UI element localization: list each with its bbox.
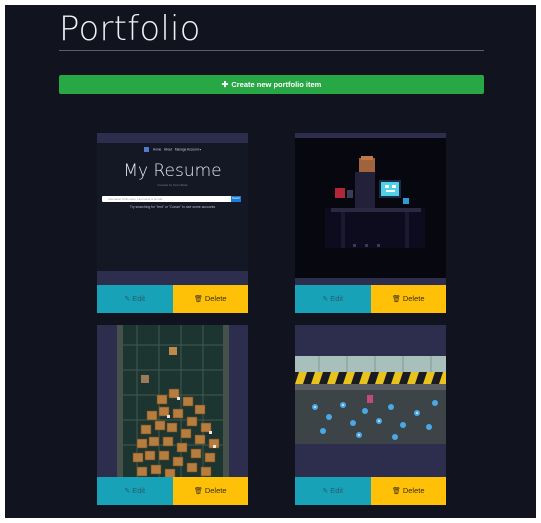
resume-nav-account: Manage Account ▾ [174, 147, 202, 152]
portfolio-thumbnail[interactable] [97, 325, 248, 477]
resume-search-input: Username, First name, Last name or E-mai… [102, 196, 234, 202]
resume-search-button: Search [231, 196, 241, 202]
box-stacking-game-image [97, 325, 248, 477]
portfolio-thumbnail[interactable]: Home About Manage Account ▾ My Resume Cr… [97, 133, 248, 285]
edit-button[interactable]: ✎ Edit [97, 477, 173, 505]
page-title: Portfolio [59, 9, 201, 49]
resume-logo-icon [143, 147, 149, 152]
delete-button[interactable]: 🗑 Delete [172, 477, 248, 505]
resume-hint: Try searching for "test" or "Conan" to s… [129, 205, 216, 209]
trash-icon: 🗑 [391, 296, 401, 303]
arena-game-image [295, 325, 446, 477]
delete-label: Delete [204, 486, 227, 495]
resume-nav-about: About [163, 147, 173, 152]
delete-label: Delete [204, 294, 227, 303]
page-frame: Portfolio ✚ Create new portfolio item Hom… [5, 5, 536, 518]
delete-label: Delete [402, 294, 425, 303]
edit-label: Edit [330, 486, 344, 495]
edit-label: Edit [132, 486, 146, 495]
delete-label: Delete [402, 486, 425, 495]
edit-icon: ✎ [322, 296, 329, 303]
edit-button[interactable]: ✎ Edit [295, 285, 371, 313]
create-button-label: Create new portfolio item [231, 80, 322, 89]
edit-icon: ✎ [124, 296, 131, 303]
resume-preview: Home About Manage Account ▾ My Resume Cr… [97, 143, 248, 271]
resume-nav-home: Home [152, 147, 162, 152]
edit-label: Edit [132, 294, 146, 303]
create-portfolio-item-button[interactable]: ✚ Create new portfolio item [59, 75, 484, 94]
resume-subtitle: Created by Scott Bode [157, 183, 188, 187]
edit-button[interactable]: ✎ Edit [295, 477, 371, 505]
trash-icon: 🗑 [391, 488, 401, 495]
resume-heading: My Resume [123, 161, 222, 181]
pixel-desk-scene-image [295, 138, 446, 278]
plus-icon: ✚ [221, 80, 229, 89]
edit-label: Edit [330, 294, 344, 303]
portfolio-thumbnail[interactable] [295, 133, 446, 285]
resume-nav: Home About Manage Account ▾ [97, 147, 248, 152]
edit-icon: ✎ [124, 488, 131, 495]
portfolio-thumbnail[interactable] [295, 325, 446, 477]
edit-button[interactable]: ✎ Edit [97, 285, 173, 313]
delete-button[interactable]: 🗑 Delete [370, 285, 446, 313]
title-divider [59, 50, 484, 51]
edit-icon: ✎ [322, 488, 329, 495]
trash-icon: 🗑 [193, 296, 203, 303]
delete-button[interactable]: 🗑 Delete [370, 477, 446, 505]
delete-button[interactable]: 🗑 Delete [172, 285, 248, 313]
trash-icon: 🗑 [193, 488, 203, 495]
